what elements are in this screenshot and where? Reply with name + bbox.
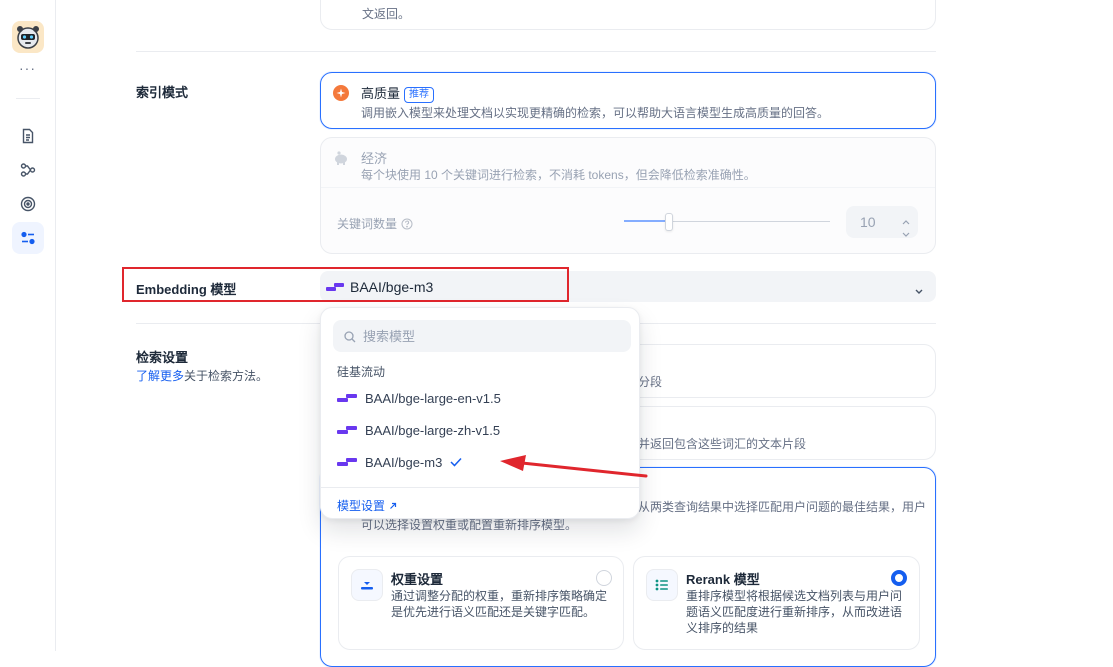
economy-desc: 每个块使用 10 个关键词进行检索，不消耗 tokens，但会降低检索准确性。 [361, 168, 756, 182]
model-option-label: BAAI/bge-m3 [365, 454, 443, 470]
piggy-bank-icon [333, 150, 349, 171]
high-quality-desc: 调用嵌入模型来处理文档以实现更精确的检索，可以帮助大语言模型生成高质量的回答。 [361, 106, 830, 120]
model-option-label: BAAI/bge-large-zh-v1.5 [365, 422, 501, 438]
weight-settings-option[interactable]: 权重设置 通过调整分配的权重，重新排序策略确定是优先进行语义匹配还是关键字匹配。 [338, 556, 624, 650]
economy-option[interactable]: 经济 每个块使用 10 个关键词进行检索，不消耗 tokens，但会降低检索准确… [320, 137, 936, 254]
hybrid-desc-line1: 从两类查询结果中选择匹配用户问题的最佳结果，用户 [638, 500, 927, 514]
more-icon[interactable]: ··· [19, 60, 36, 76]
model-option-label: BAAI/bge-large-en-v1.5 [365, 390, 501, 406]
rerank-icon [646, 569, 678, 601]
section-divider [136, 51, 936, 52]
model-provider-icon [337, 424, 357, 436]
high-quality-option[interactable]: 高质量 推荐 调用嵌入模型来处理文档以实现更精确的检索，可以帮助大语言模型生成高质… [320, 72, 936, 129]
keyword-slider-fill [624, 220, 670, 222]
sidebar: ··· [0, 0, 56, 651]
index-mode-label: 索引模式 [136, 85, 189, 100]
weight-settings-title: 权重设置 [391, 572, 444, 587]
keyword-slider-thumb[interactable] [665, 213, 674, 231]
keyword-count-value: 10 [860, 214, 876, 230]
model-search-input[interactable] [363, 320, 623, 352]
vector-search-desc: 分段 [638, 375, 663, 389]
rerank-model-radio[interactable] [891, 570, 907, 586]
model-provider-icon [337, 456, 357, 468]
question-circle-icon [401, 218, 413, 230]
recommend-badge: 推荐 [404, 87, 435, 103]
check-icon [450, 457, 462, 467]
learn-more-suffix: 关于检索方法。 [184, 369, 269, 383]
sidebar-divider [16, 98, 40, 99]
target-icon[interactable] [12, 188, 44, 220]
high-quality-title: 高质量 [361, 86, 401, 101]
document-icon[interactable] [12, 120, 44, 152]
learn-more-link[interactable]: 了解更多 [136, 369, 184, 383]
keyword-count-label: 关键词数量 [337, 217, 398, 231]
weight-settings-radio[interactable] [596, 570, 612, 586]
sparkle-icon [333, 85, 349, 101]
annotation-arrow-icon [500, 455, 648, 478]
fulltext-search-desc: ，并返回包含这些词汇的文本片段 [626, 437, 807, 451]
app-avatar-icon[interactable] [12, 21, 44, 53]
rerank-model-desc: 重排序模型将根据候选文档列表与用户问题语义匹配度进行重新排序，从而改进语义排序的… [686, 589, 903, 635]
weight-settings-desc: 通过调整分配的权重，重新排序策略确定是优先进行语义匹配还是关键字匹配。 [391, 589, 608, 619]
chevron-down-icon [914, 283, 924, 301]
settings-sliders-icon[interactable] [12, 222, 44, 254]
workflow-icon[interactable] [12, 154, 44, 186]
previous-card-desc: 文返回。 [362, 7, 411, 21]
model-settings-link[interactable]: 模型设置 [337, 497, 397, 514]
model-dropdown: 硅基流动 BAAI/bge-large-en-v1.5 BAAI/bge-lar… [320, 307, 640, 519]
search-icon [344, 330, 356, 348]
model-option[interactable]: BAAI/bge-large-en-v1.5 [325, 383, 635, 413]
model-search[interactable] [333, 320, 631, 352]
main-content: 文返回。 索引模式 高质量 推荐 调用嵌入模型来处理文档以实现更精确的检索，可以帮… [56, 0, 1113, 667]
economy-title: 经济 [361, 151, 388, 166]
model-option[interactable]: BAAI/bge-large-zh-v1.5 [325, 415, 635, 445]
previous-option-card[interactable]: 文返回。 [320, 0, 936, 30]
stepper-down-icon[interactable] [902, 225, 910, 243]
external-link-icon [389, 502, 397, 510]
model-settings-label: 模型设置 [337, 499, 386, 513]
rerank-model-title: Rerank 模型 [686, 572, 760, 587]
provider-group-label: 硅基流动 [337, 365, 386, 379]
model-provider-icon [337, 392, 357, 404]
highlight-box [122, 267, 569, 302]
retrieval-settings-label: 检索设置 [136, 350, 189, 365]
keyword-count-stepper[interactable]: 10 [846, 206, 918, 238]
rerank-model-option[interactable]: Rerank 模型 重排序模型将根据候选文档列表与用户问题语义匹配度进行重新排序… [633, 556, 920, 650]
weight-icon [351, 569, 383, 601]
